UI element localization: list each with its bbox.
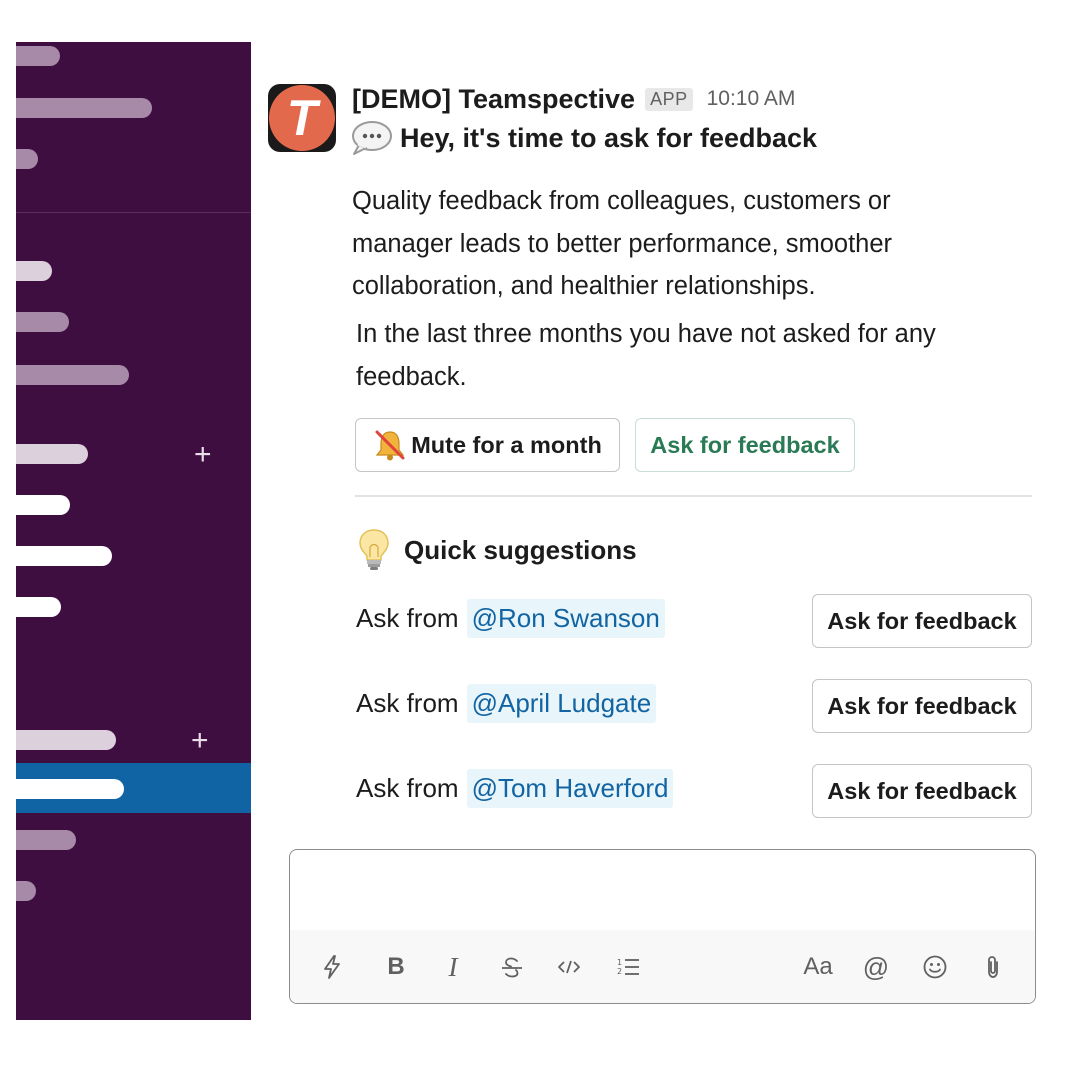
sidebar-item[interactable]	[16, 312, 69, 332]
sidebar-item[interactable]	[16, 365, 129, 385]
strikethrough-icon[interactable]	[492, 947, 532, 987]
italic-button[interactable]: I	[433, 947, 473, 987]
composer-toolbar: B I 12 Aa @	[290, 930, 1035, 1003]
mute-button-label: Mute for a month	[411, 431, 602, 458]
code-icon[interactable]	[549, 947, 589, 987]
plus-icon[interactable]: +	[194, 440, 212, 470]
mute-button[interactable]: Mute for a month	[355, 418, 620, 472]
user-mention[interactable]: @Ron Swanson	[466, 598, 665, 638]
ask-for-feedback-button[interactable]: Ask for feedback	[812, 764, 1032, 818]
sidebar-section-header[interactable]	[16, 444, 88, 464]
attachment-icon[interactable]	[973, 947, 1013, 987]
quick-suggestions-title: Quick suggestions	[404, 534, 637, 565]
suggestion-prefix: Ask from	[356, 687, 459, 718]
ask-for-feedback-button[interactable]: Ask for feedback	[812, 594, 1032, 648]
sidebar-item[interactable]	[16, 261, 52, 281]
headline-text: Hey, it's time to ask for feedback	[400, 122, 818, 153]
avatar-letter: T	[286, 90, 318, 146]
sidebar: + +	[16, 42, 251, 1020]
speech-bubble-icon	[350, 120, 392, 156]
ask-for-feedback-button[interactable]: Ask for feedback	[812, 679, 1032, 733]
ask-for-feedback-button[interactable]: Ask for feedback	[635, 418, 855, 472]
user-mention[interactable]: @April Ludgate	[466, 683, 657, 723]
light-bulb-icon	[356, 527, 392, 573]
section-divider	[355, 495, 1032, 497]
suggestion-row: Ask from @April Ludgate	[356, 681, 657, 725]
message-timestamp[interactable]: 10:10 AM	[707, 87, 796, 111]
sidebar-item[interactable]	[16, 597, 61, 617]
sidebar-item[interactable]	[16, 46, 60, 66]
plus-icon[interactable]: +	[191, 726, 209, 756]
message-composer: B I 12 Aa @	[289, 849, 1036, 1004]
sidebar-item-active[interactable]	[16, 763, 251, 813]
shortcuts-lightning-icon[interactable]	[312, 947, 352, 987]
sidebar-divider	[16, 212, 251, 213]
sidebar-item-label	[16, 779, 124, 799]
message-paragraph: In the last three months you have not as…	[356, 320, 936, 391]
suggestion-prefix: Ask from	[356, 772, 459, 803]
emoji-icon[interactable]	[915, 947, 955, 987]
muted-bell-icon	[373, 428, 407, 462]
mention-button[interactable]: @	[856, 947, 896, 987]
sidebar-item[interactable]	[16, 495, 70, 515]
sidebar-item[interactable]	[16, 830, 76, 850]
message-headline: Hey, it's time to ask for feedback	[350, 120, 817, 156]
user-mention[interactable]: @Tom Haverford	[466, 768, 674, 808]
sidebar-item[interactable]	[16, 98, 152, 118]
suggestion-prefix: Ask from	[356, 602, 459, 633]
text-size-button[interactable]: Aa	[798, 947, 838, 987]
app-badge: APP	[645, 87, 693, 111]
numbered-list-icon[interactable]: 12	[608, 947, 648, 987]
suggestion-row: Ask from @Ron Swanson	[356, 596, 665, 640]
sidebar-section-header[interactable]	[16, 730, 116, 750]
sidebar-item[interactable]	[16, 149, 38, 169]
bold-button[interactable]: B	[376, 947, 416, 987]
sidebar-item[interactable]	[16, 546, 112, 566]
suggestion-row: Ask from @Tom Haverford	[356, 766, 674, 810]
sidebar-item[interactable]	[16, 881, 36, 901]
message-paragraph: Quality feedback from colleagues, custom…	[352, 187, 893, 300]
quick-suggestions-heading: Quick suggestions	[356, 527, 637, 573]
message-header: [DEMO] Teamspective APP 10:10 AM	[352, 82, 795, 116]
svg-text:2: 2	[617, 967, 622, 976]
svg-text:1: 1	[617, 958, 622, 967]
avatar[interactable]: T	[268, 84, 336, 152]
sender-name[interactable]: [DEMO] Teamspective	[352, 84, 635, 115]
message-input[interactable]	[290, 850, 1035, 930]
